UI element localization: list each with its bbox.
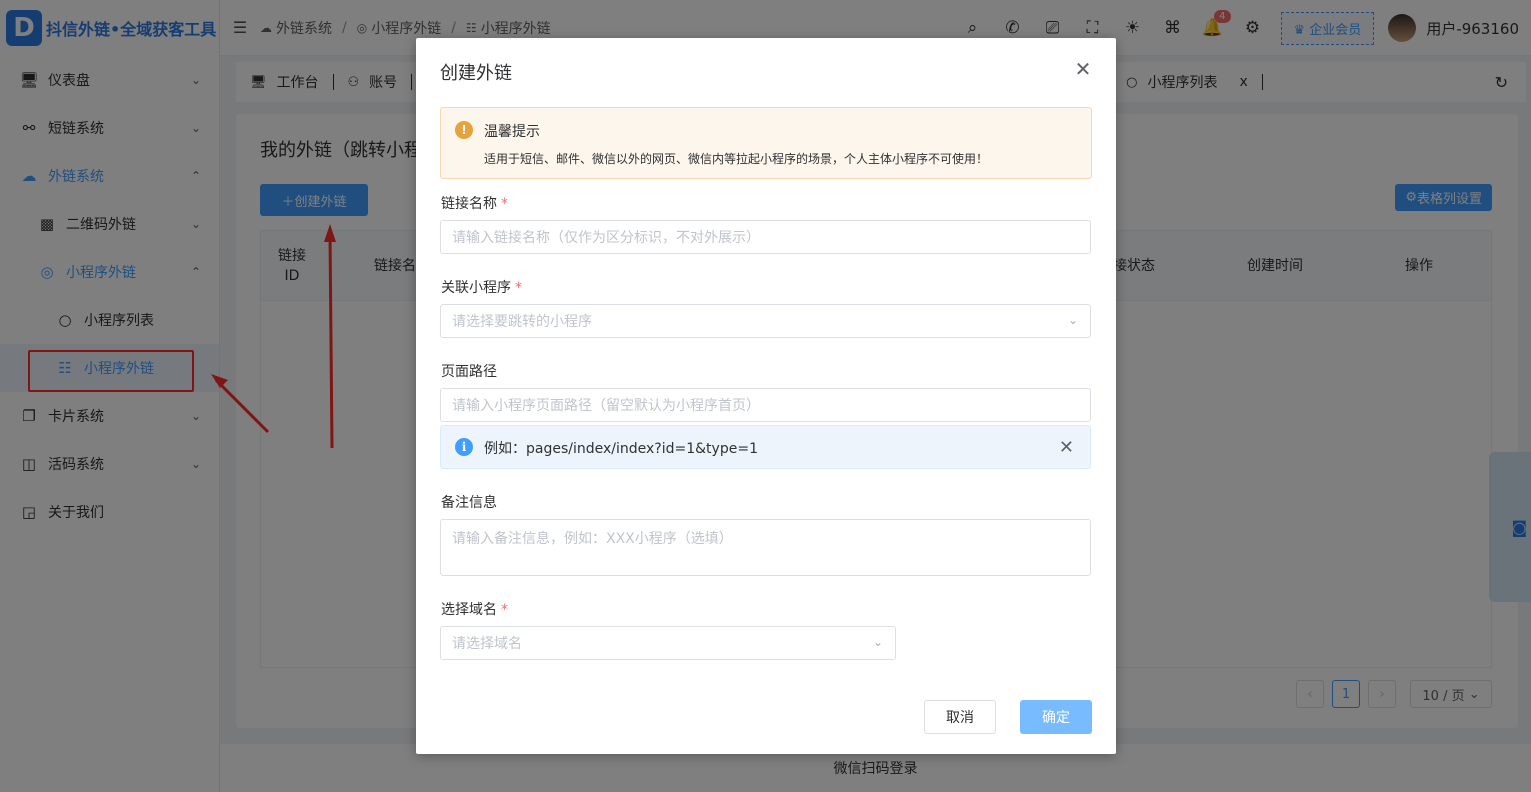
input-placeholder: 请输入链接名称（仅作为区分标识，不对外展示） bbox=[452, 230, 760, 246]
domain-label: 选择域名 * bbox=[441, 599, 508, 619]
label-text: 关联小程序 bbox=[441, 280, 511, 296]
page-path-label: 页面路径 bbox=[441, 364, 497, 380]
create-link-dialog: 创建外链 ✕ ! 温馨提示 适用于短信、邮件、微信以外的网页、微信内等拉起小程序… bbox=[416, 38, 1116, 754]
path-hint-text: 例如：pages/index/index?id=1&type=1 bbox=[484, 441, 758, 457]
dialog-title: 创建外链 bbox=[440, 63, 512, 84]
link-name-input[interactable]: 请输入链接名称（仅作为区分标识，不对外展示） bbox=[440, 220, 1091, 254]
warning-alert: ! 温馨提示 适用于短信、邮件、微信以外的网页、微信内等拉起小程序的场景，个人主… bbox=[440, 107, 1092, 179]
warning-title: 温馨提示 bbox=[484, 124, 540, 140]
cancel-button[interactable]: 取消 bbox=[924, 700, 996, 734]
warning-icon: ! bbox=[455, 121, 473, 139]
miniapp-label: 关联小程序 * bbox=[441, 277, 522, 297]
textarea-placeholder: 请输入备注信息，例如：XXX小程序（选填） bbox=[452, 531, 733, 547]
warning-text: 适用于短信、邮件、微信以外的网页、微信内等拉起小程序的场景，个人主体小程序不可使… bbox=[484, 152, 989, 166]
confirm-button[interactable]: 确定 bbox=[1020, 700, 1092, 734]
label-text: 选择域名 bbox=[441, 602, 497, 618]
required-mark: * bbox=[501, 196, 508, 212]
chevron-down-icon: ⌄ bbox=[872, 635, 883, 649]
domain-select[interactable]: 请选择域名 ⌄ bbox=[440, 626, 896, 660]
label-text: 链接名称 bbox=[441, 196, 497, 212]
remark-label: 备注信息 bbox=[441, 495, 497, 511]
input-placeholder: 请输入小程序页面路径（留空默认为小程序首页） bbox=[452, 398, 760, 414]
select-placeholder: 请选择域名 bbox=[452, 636, 522, 652]
link-name-label: 链接名称 * bbox=[441, 193, 508, 213]
chevron-down-icon: ⌄ bbox=[1067, 313, 1078, 327]
page-path-input[interactable]: 请输入小程序页面路径（留空默认为小程序首页） bbox=[440, 388, 1091, 422]
path-hint-alert: i 例如：pages/index/index?id=1&type=1 ✕ bbox=[440, 425, 1091, 469]
miniapp-select[interactable]: 请选择要跳转的小程序 ⌄ bbox=[440, 304, 1091, 338]
close-icon[interactable]: ✕ bbox=[1059, 437, 1074, 458]
close-icon[interactable]: ✕ bbox=[1074, 59, 1092, 79]
select-placeholder: 请选择要跳转的小程序 bbox=[452, 314, 592, 330]
required-mark: * bbox=[515, 280, 522, 296]
remark-textarea[interactable]: 请输入备注信息，例如：XXX小程序（选填） bbox=[440, 519, 1091, 576]
required-mark: * bbox=[501, 602, 508, 618]
info-icon: i bbox=[455, 438, 473, 456]
